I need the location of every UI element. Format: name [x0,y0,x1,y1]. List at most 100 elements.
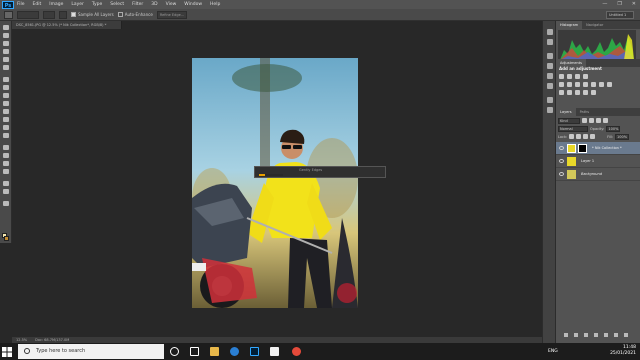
lock-position-icon[interactable] [583,134,589,139]
character-panel-icon[interactable] [547,53,553,59]
dodge-tool-icon[interactable] [3,133,9,138]
clone-stamp-tool-icon[interactable] [3,93,9,98]
kind-filter-select[interactable]: Kind [558,117,580,124]
layer-row-nik-collection[interactable]: * Nik Collection * [556,142,640,155]
gradient-tool-icon[interactable] [3,117,9,122]
taskbar-search-input[interactable]: Type here to search [18,344,164,359]
healing-brush-tool-icon[interactable] [3,77,9,82]
menu-3d[interactable]: 3D [151,2,157,7]
clone-source-panel-icon[interactable] [547,107,553,113]
lock-pixels-icon[interactable] [576,134,582,139]
auto-enhance-checkbox[interactable]: Auto-Enhance [117,12,153,18]
tab-paths[interactable]: Paths [576,108,594,116]
opacity-input[interactable]: 100% [606,125,621,132]
marquee-tool-icon[interactable] [3,33,9,38]
brightness-contrast-icon[interactable] [559,74,564,79]
menu-file[interactable]: File [17,2,25,7]
invert-icon[interactable] [559,90,564,95]
layer-style-icon[interactable] [574,333,578,337]
layer-mask-thumbnail[interactable] [578,143,587,153]
tab-navigator[interactable]: Navigator [582,21,607,29]
visibility-eye-icon[interactable] [559,146,564,150]
filter-pixel-icon[interactable] [582,118,587,123]
refine-edge-button[interactable]: Refine Edge... [156,10,187,19]
paragraph-panel-icon[interactable] [547,63,553,69]
language-indicator[interactable]: ENG [548,349,558,354]
properties-panel-icon[interactable] [547,39,553,45]
filter-shape-icon[interactable] [603,118,608,123]
layer-name[interactable]: * Nik Collection * [592,146,622,150]
styles-panel-icon[interactable] [547,83,553,89]
history-brush-tool-icon[interactable] [3,101,9,106]
new-layer-icon[interactable] [614,333,618,337]
sample-all-layers-checkbox[interactable]: Sample All Layers [71,12,114,18]
selection-mode-icons[interactable] [17,10,39,19]
exposure-icon[interactable] [583,74,588,79]
blur-tool-icon[interactable] [3,125,9,130]
visibility-eye-icon[interactable] [559,172,564,176]
layer-name[interactable]: Background [581,172,602,176]
store-icon[interactable] [270,347,279,356]
document-image[interactable] [192,58,358,308]
channel-mixer-icon[interactable] [599,82,604,87]
brush-size-picker[interactable] [43,10,55,19]
history-panel-icon[interactable] [547,29,553,35]
document-tab[interactable]: DSC_8561.JPG @ 12.5% (* Nik Collection*,… [12,21,122,29]
hue-saturation-icon[interactable] [567,82,572,87]
path-selection-tool-icon[interactable] [3,161,9,166]
windows-start-icon[interactable] [2,347,12,357]
photo-filter-icon[interactable] [591,82,596,87]
menu-select[interactable]: Select [110,2,124,7]
menu-layer[interactable]: Layer [71,2,84,7]
hand-tool-icon[interactable] [3,181,9,186]
color-swatches[interactable] [2,233,9,241]
file-explorer-icon[interactable] [210,347,219,356]
workspace-select[interactable]: Untitled 1 [606,11,634,19]
menu-image[interactable]: Image [49,2,63,7]
lock-all-icon[interactable] [590,134,596,139]
visibility-eye-icon[interactable] [559,159,564,163]
curves-icon[interactable] [575,74,580,79]
minimize-button[interactable]: — [602,1,607,7]
background-color-icon[interactable] [4,236,9,241]
menu-view[interactable]: View [166,2,177,7]
chrome-icon[interactable] [292,347,301,356]
menu-filter[interactable]: Filter [132,2,143,7]
black-white-icon[interactable] [583,82,588,87]
type-tool-icon[interactable] [3,153,9,158]
eyedropper-tool-icon[interactable] [3,65,9,70]
delete-layer-icon[interactable] [624,333,628,337]
selective-color-icon[interactable] [591,90,596,95]
tab-histogram[interactable]: Histogram [556,21,583,29]
posterize-icon[interactable] [567,90,572,95]
menu-window[interactable]: Window [184,2,202,7]
task-view-icon[interactable] [190,347,199,356]
eraser-tool-icon[interactable] [3,109,9,114]
zoom-tool-icon[interactable] [3,189,9,194]
new-group-icon[interactable] [604,333,608,337]
new-adjustment-icon[interactable] [594,333,598,337]
layer-name[interactable]: Layer 1 [581,159,594,163]
maximize-button[interactable]: ❐ [617,1,621,7]
brush-tool-icon[interactable] [3,85,9,90]
blend-mode-select[interactable]: Normal [558,125,588,132]
vibrance-icon[interactable] [559,82,564,87]
menu-type[interactable]: Type [92,2,102,7]
menu-edit[interactable]: Edit [33,2,42,7]
pen-tool-icon[interactable] [3,145,9,150]
move-tool-icon[interactable] [3,25,9,30]
threshold-icon[interactable] [575,90,580,95]
shape-tool-icon[interactable] [3,169,9,174]
swatches-panel-icon[interactable] [547,73,553,79]
color-balance-icon[interactable] [575,82,580,87]
filter-adjustment-icon[interactable] [589,118,594,123]
link-layers-icon[interactable] [564,333,568,337]
lock-transparent-icon[interactable] [569,134,575,139]
menu-help[interactable]: Help [210,2,220,7]
edge-browser-icon[interactable] [230,347,239,356]
add-mask-icon[interactable] [584,333,588,337]
fill-input[interactable]: 100% [615,133,630,140]
crop-tool-icon[interactable] [3,57,9,62]
photoshop-taskbar-icon[interactable] [250,347,259,356]
gradient-map-icon[interactable] [583,90,588,95]
